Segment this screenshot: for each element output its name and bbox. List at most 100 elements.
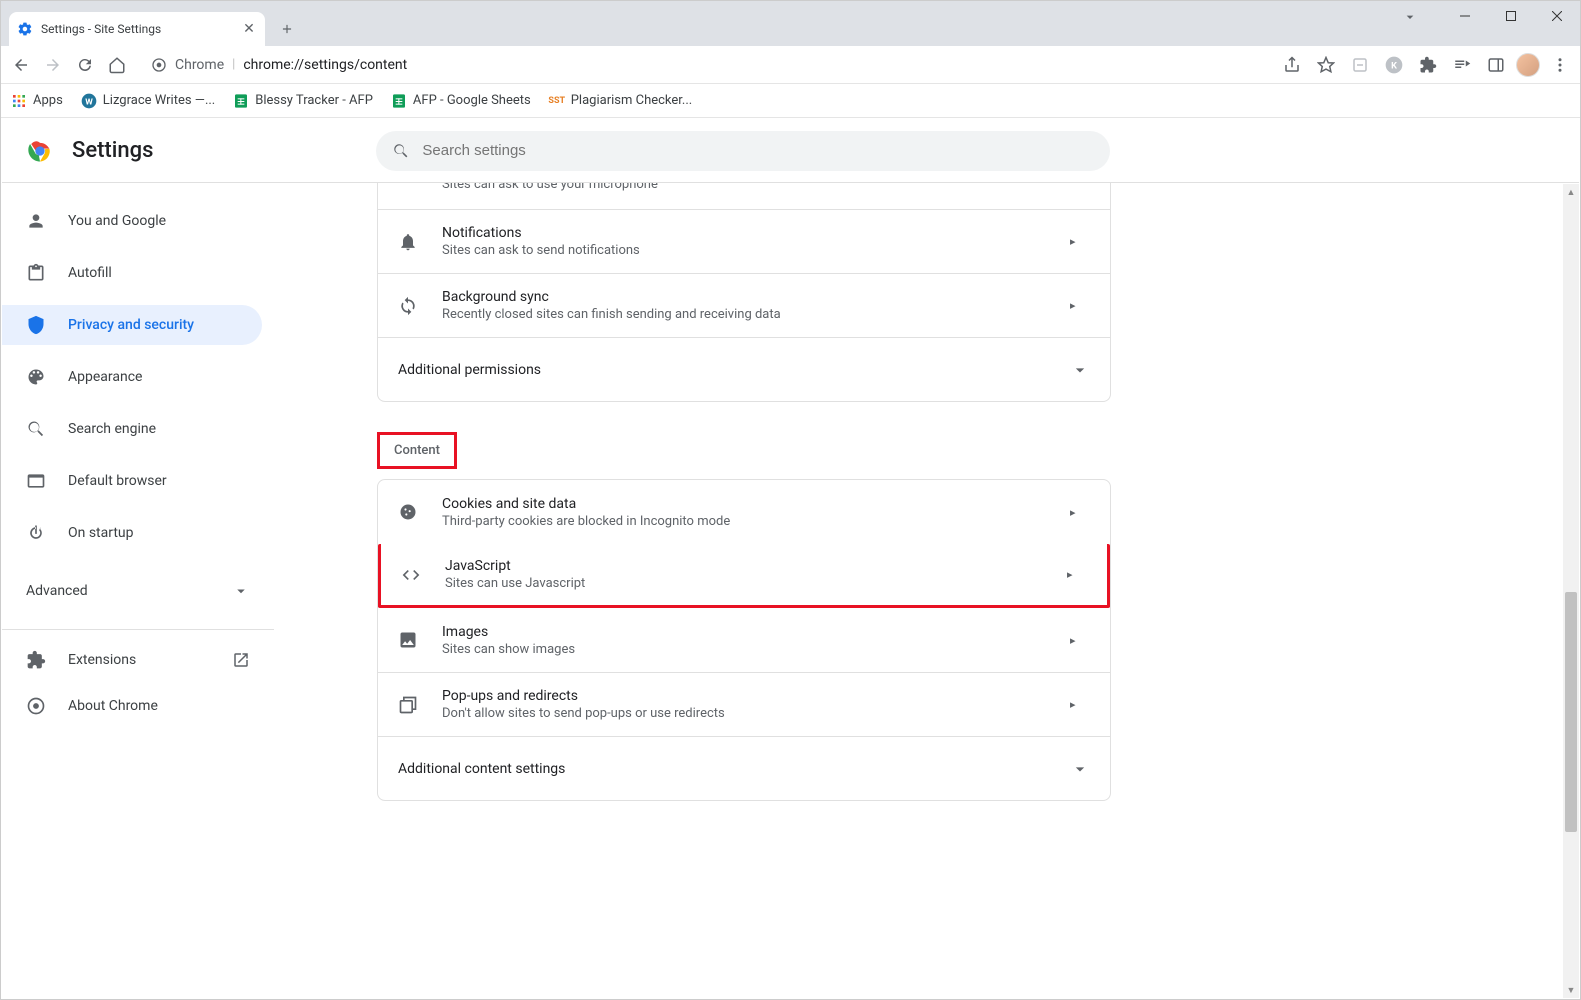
bookmark-blessy[interactable]: Blessy Tracker - AFP: [233, 93, 373, 109]
omnibox-url: chrome://settings/content: [243, 57, 407, 73]
image-icon: [398, 630, 418, 650]
sidebar-extensions[interactable]: Extensions: [2, 640, 274, 680]
menu-icon[interactable]: [1546, 51, 1574, 79]
bookmark-apps[interactable]: Apps: [11, 93, 63, 109]
side-panel-icon[interactable]: [1482, 51, 1510, 79]
sidebar-item-you-and-google[interactable]: You and Google: [2, 201, 262, 241]
settings-title: Settings: [72, 138, 153, 163]
back-button[interactable]: [7, 51, 35, 79]
chrome-page-icon: [151, 57, 167, 73]
content-heading: Content: [377, 432, 457, 469]
settings-search[interactable]: [376, 131, 1110, 171]
scrollbar[interactable]: ▲ ▼: [1563, 184, 1579, 998]
sidebar-item-autofill[interactable]: Autofill: [2, 253, 262, 293]
row-additional-permissions[interactable]: Additional permissions: [378, 337, 1110, 401]
palette-icon: [26, 367, 46, 387]
profile-k-icon[interactable]: K: [1380, 51, 1408, 79]
forward-button[interactable]: [39, 51, 67, 79]
extensions-icon[interactable]: [1414, 51, 1442, 79]
chevron-down-icon: [232, 582, 250, 600]
new-tab-button[interactable]: [273, 15, 301, 43]
box-icon[interactable]: [1346, 51, 1374, 79]
sidebar-item-label: Appearance: [68, 369, 142, 385]
open-external-icon: [232, 651, 250, 669]
shield-icon: [26, 315, 46, 335]
clipboard-icon: [26, 263, 46, 283]
puzzle-icon: [26, 650, 46, 670]
row-images[interactable]: Images Sites can show images ▸: [378, 608, 1110, 672]
chrome-logo-icon: [26, 137, 54, 165]
power-icon: [26, 523, 46, 543]
sidebar-item-privacy[interactable]: Privacy and security: [2, 305, 262, 345]
row-title: Notifications: [442, 225, 1046, 241]
row-desc: Third-party cookies are blocked in Incog…: [442, 514, 1046, 529]
chevron-right-icon: ▸: [1070, 235, 1090, 248]
scrollbar-thumb[interactable]: [1565, 592, 1577, 832]
row-notifications[interactable]: Notifications Sites can ask to send noti…: [378, 209, 1110, 273]
chevron-right-icon: ▸: [1070, 698, 1090, 711]
omnibox-separator: |: [232, 57, 235, 72]
chevron-right-icon: ▸: [1067, 568, 1087, 581]
sidebar-advanced[interactable]: Advanced: [2, 571, 274, 611]
media-icon[interactable]: [1448, 51, 1476, 79]
omnibox-prefix: Chrome: [175, 57, 224, 73]
user-avatar[interactable]: [1516, 53, 1540, 77]
row-title: JavaScript: [445, 558, 1043, 574]
row-microphone-cutoff[interactable]: Sites can ask to use your microphone ▶: [378, 183, 1110, 209]
sst-icon: SST: [549, 93, 565, 109]
row-title: Additional permissions: [398, 362, 1046, 378]
sidebar-item-search-engine[interactable]: Search engine: [2, 409, 262, 449]
row-cookies[interactable]: Cookies and site data Third-party cookie…: [378, 480, 1110, 544]
chevron-down-icon: [1070, 360, 1090, 380]
browser-toolbar: Chrome | chrome://settings/content K: [1, 46, 1580, 84]
bookmark-star-icon[interactable]: [1312, 51, 1340, 79]
chevron-right-icon: ▸: [1070, 506, 1090, 519]
row-desc: Sites can show images: [442, 642, 1046, 657]
row-additional-content[interactable]: Additional content settings: [378, 736, 1110, 800]
row-title: Background sync: [442, 289, 1046, 305]
sidebar-about-label: About Chrome: [68, 698, 158, 714]
tab-title: Settings - Site Settings: [41, 22, 233, 36]
sidebar-item-label: Search engine: [68, 421, 156, 437]
settings-header: Settings: [2, 119, 1579, 183]
sheets-icon: [391, 93, 407, 109]
share-icon[interactable]: [1278, 51, 1306, 79]
close-icon[interactable]: ✕: [241, 21, 257, 37]
sidebar-item-default-browser[interactable]: Default browser: [2, 461, 262, 501]
browser-tab[interactable]: Settings - Site Settings ✕: [9, 12, 265, 46]
address-bar[interactable]: Chrome | chrome://settings/content: [141, 51, 1268, 79]
search-icon: [26, 419, 46, 439]
bell-icon: [398, 232, 418, 252]
bookmark-afp[interactable]: AFP - Google Sheets: [391, 93, 531, 109]
search-input[interactable]: [422, 142, 1094, 159]
bookmark-lizgrace[interactable]: W Lizgrace Writes —...: [81, 93, 215, 109]
home-button[interactable]: [103, 51, 131, 79]
scroll-down-icon[interactable]: ▼: [1563, 982, 1579, 998]
scroll-up-icon[interactable]: ▲: [1563, 184, 1579, 200]
browser-icon: [26, 471, 46, 491]
sidebar-item-label: Default browser: [68, 473, 167, 489]
reload-button[interactable]: [71, 51, 99, 79]
window-close-button[interactable]: [1534, 1, 1580, 31]
person-icon: [26, 211, 46, 231]
row-desc: Recently closed sites can finish sending…: [442, 307, 1046, 322]
row-popups[interactable]: Pop-ups and redirects Don't allow sites …: [378, 672, 1110, 736]
minimize-button[interactable]: [1442, 1, 1488, 31]
row-background-sync[interactable]: Background sync Recently closed sites ca…: [378, 273, 1110, 337]
row-title: Images: [442, 624, 1046, 640]
bookmarks-bar: Apps W Lizgrace Writes —... Blessy Track…: [1, 84, 1580, 118]
sidebar-item-appearance[interactable]: Appearance: [2, 357, 262, 397]
search-icon: [392, 142, 410, 160]
sync-icon: [398, 296, 418, 316]
tab-search-icon[interactable]: [1402, 9, 1430, 25]
row-javascript[interactable]: JavaScript Sites can use Javascript ▸: [378, 544, 1110, 608]
bookmark-label: Plagiarism Checker...: [571, 93, 692, 108]
sidebar-item-on-startup[interactable]: On startup: [2, 513, 262, 553]
sidebar-about[interactable]: About Chrome: [2, 686, 274, 726]
maximize-button[interactable]: [1488, 1, 1534, 31]
bookmark-plagiarism[interactable]: SST Plagiarism Checker...: [549, 93, 692, 109]
sidebar-advanced-label: Advanced: [26, 583, 88, 599]
apps-icon: [11, 93, 27, 109]
svg-text:W: W: [85, 97, 93, 107]
bookmark-label: Lizgrace Writes —...: [103, 93, 215, 108]
